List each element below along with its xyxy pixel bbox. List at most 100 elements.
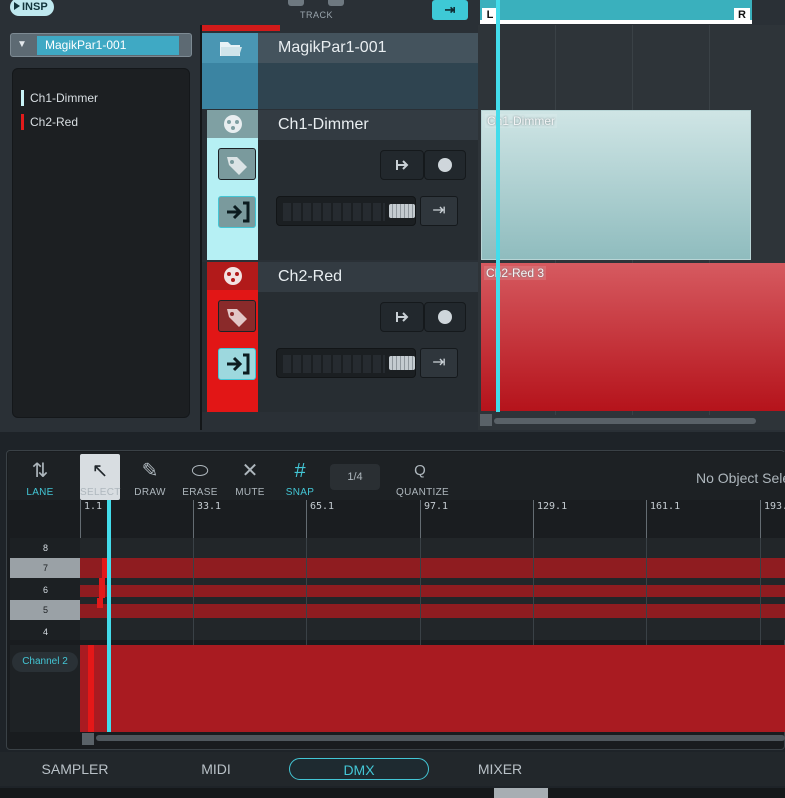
route-arrow-icon[interactable]: ⇥ [432, 0, 468, 20]
loop-range[interactable]: L R [480, 0, 752, 24]
add-track-icon[interactable] [288, 0, 304, 6]
cursor-icon: ↖ [91, 460, 109, 482]
inspector-item-ch2[interactable]: Ch2-Red [21, 114, 78, 130]
tab-sampler[interactable]: SAMPLER [30, 758, 120, 780]
pencil-icon: ✎ [141, 460, 159, 482]
bottom-scroll-thumb[interactable] [494, 788, 548, 798]
folder-track-title[interactable]: MagikPar1-001 [258, 33, 478, 63]
lane-bar[interactable] [80, 585, 785, 597]
ruler-tick [80, 500, 81, 538]
track-ch1-dimmer[interactable]: Ch1-Dimmer ⇥ [202, 110, 478, 260]
tool-snap[interactable]: # SNAP [276, 454, 324, 500]
tag-icon[interactable] [218, 300, 256, 332]
ruler-tick [533, 500, 534, 538]
record-icon [438, 310, 452, 324]
routing-button[interactable] [380, 150, 424, 180]
dmx-fixture-icon[interactable] [207, 110, 258, 138]
fader-knob[interactable] [389, 204, 415, 218]
tool-label: MUTE [235, 487, 265, 498]
key-6[interactable]: 6 [10, 580, 80, 600]
folder-icon[interactable] [202, 33, 258, 63]
fader-knob[interactable] [389, 356, 415, 370]
tool-draw[interactable]: ✎ DRAW [126, 454, 174, 500]
key-4[interactable]: 4 [10, 622, 80, 642]
tab-mixer[interactable]: MIXER [460, 758, 540, 780]
playhead[interactable] [496, 0, 500, 412]
channel-2-button[interactable]: Channel 2 [12, 652, 78, 672]
tool-quantize[interactable]: Q QUANTIZE [396, 454, 449, 500]
channel-2-lane[interactable] [80, 645, 785, 732]
play-triangle-icon [14, 2, 20, 10]
tool-erase[interactable]: ⬭ ERASE [176, 454, 224, 500]
color-swatch [21, 90, 24, 106]
tool-label: ERASE [182, 487, 218, 498]
fader-scale [283, 355, 385, 373]
routing-button[interactable] [380, 302, 424, 332]
loop-end-marker[interactable]: R [734, 8, 750, 22]
x-icon: ✕ [241, 460, 259, 482]
remove-track-icon[interactable] [328, 0, 344, 6]
output-arrow-icon[interactable]: ⇥ [420, 348, 458, 378]
track-ch2-red[interactable]: Ch2-Red ⇥ [202, 262, 478, 412]
track-name: Ch2-Red [278, 268, 343, 285]
record-button[interactable] [424, 150, 466, 180]
tool-select[interactable]: ↖ SELECT [80, 454, 120, 500]
q-icon: Q [414, 462, 426, 479]
key-8[interactable]: 8 [10, 538, 80, 558]
lane-edge [97, 598, 103, 608]
tab-dmx[interactable]: DMX [289, 758, 429, 780]
channel-2-edge [88, 645, 94, 732]
editor-playhead[interactable] [107, 500, 111, 732]
key-7[interactable]: 7 [10, 558, 80, 578]
clip-ch2-red[interactable]: Ch2-Red 3 [481, 263, 785, 411]
chevron-down-icon[interactable]: ▼ [17, 39, 27, 50]
ruler-label: 129.1 [537, 501, 568, 512]
ruler-tick [760, 500, 761, 538]
scroll-corner [82, 733, 94, 745]
ruler-tick [420, 500, 421, 538]
tool-label: LANE [26, 487, 54, 498]
track-title-bar[interactable]: Ch1-Dimmer [258, 110, 478, 140]
clip-ch1-dimmer[interactable]: Ch1-Dimmer [481, 110, 751, 260]
output-arrow-icon[interactable]: ⇥ [420, 196, 458, 226]
dmx-fixture-icon[interactable] [207, 262, 258, 290]
editor-horizontal-scrollbar[interactable] [96, 735, 785, 741]
volume-fader[interactable] [276, 196, 416, 226]
ruler-label: 193.1 [764, 501, 785, 512]
ruler-tick [646, 500, 647, 538]
tool-label: SELECT [80, 487, 121, 498]
input-arrow-icon[interactable] [218, 348, 256, 380]
tag-icon[interactable] [218, 148, 256, 180]
app-root: INSP TRACK ⇥ ▼ MagikPar1-001 Ch1-Dimmer … [0, 0, 785, 798]
track-name: Ch1-Dimmer [278, 116, 369, 133]
group-selector[interactable]: ▼ MagikPar1-001 [10, 33, 192, 57]
tab-midi[interactable]: MIDI [176, 758, 256, 780]
track-label: TRACK [300, 10, 334, 20]
color-swatch [21, 114, 24, 130]
horizontal-scrollbar[interactable] [494, 418, 756, 424]
selection-status: No Object Selected [696, 470, 785, 486]
inspector-item-label: Ch2-Red [30, 115, 79, 129]
inspector-channel-list: Ch1-Dimmer Ch2-Red [12, 68, 190, 418]
up-down-arrows-icon: ⇅ [31, 460, 49, 482]
key-5[interactable]: 5 [10, 600, 80, 620]
fader-scale [283, 203, 385, 221]
input-arrow-icon[interactable] [218, 196, 256, 228]
lane-bar[interactable] [80, 604, 785, 618]
record-icon [438, 158, 452, 172]
volume-fader[interactable] [276, 348, 416, 378]
bottom-strip [0, 788, 785, 798]
tool-label: QUANTIZE [396, 487, 449, 498]
ruler-label: 161.1 [650, 501, 681, 512]
folder-track-name: MagikPar1-001 [278, 39, 387, 56]
record-button[interactable] [424, 302, 466, 332]
inspector-toggle-button[interactable]: INSP [10, 0, 54, 16]
tool-mute[interactable]: ✕ MUTE [226, 454, 274, 500]
inspector-item-ch1[interactable]: Ch1-Dimmer [21, 90, 98, 106]
scroll-corner [480, 414, 492, 426]
track-title-bar[interactable]: Ch2-Red [258, 262, 478, 292]
tool-lane[interactable]: ⇅ LANE [16, 454, 64, 500]
lane-bar[interactable] [80, 558, 785, 578]
snap-value-selector[interactable]: 1/4 [330, 464, 380, 490]
track-color-bar [202, 25, 280, 31]
